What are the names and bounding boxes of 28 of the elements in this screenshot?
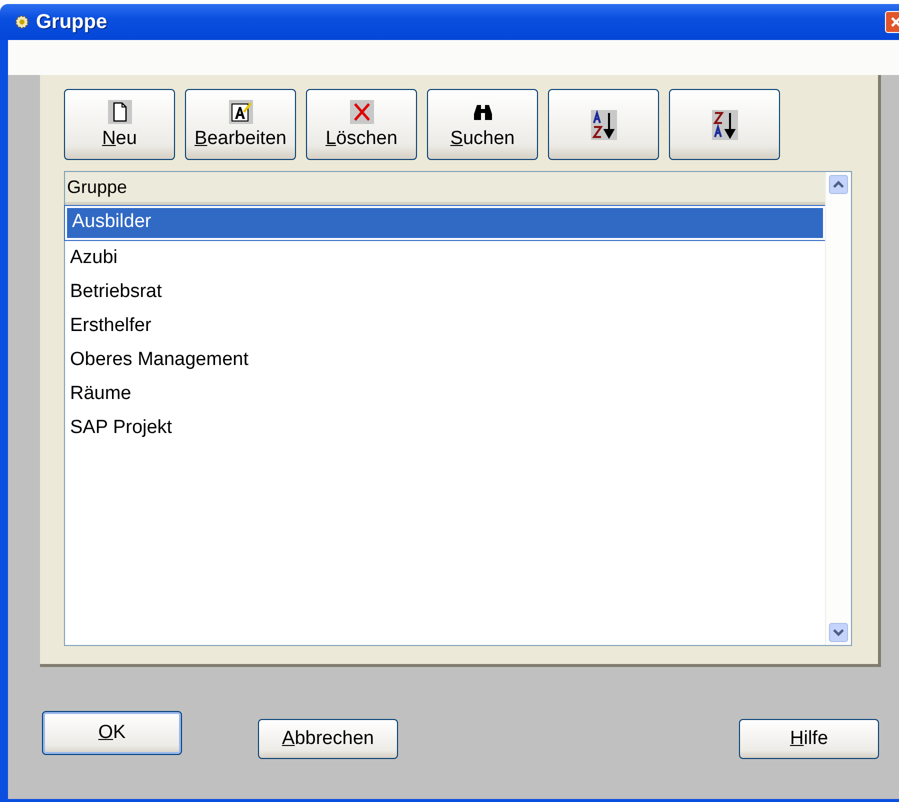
dialog-button[interactable]: Abbrechen: [258, 719, 398, 759]
list-row[interactable]: SAP Projekt: [65, 411, 825, 445]
dialog-button[interactable]: OK: [42, 711, 182, 755]
document-icon: [108, 100, 132, 124]
list-row[interactable]: Ausbilder: [65, 206, 825, 240]
dialog-button[interactable]: Hilfe: [739, 719, 879, 759]
toolbar-button[interactable]: Löschen: [306, 89, 417, 160]
list-row[interactable]: Ersthelfer: [65, 309, 825, 343]
gear-icon: [14, 14, 30, 30]
scrollbar[interactable]: [825, 172, 851, 645]
list-row[interactable]: Räume: [65, 377, 825, 411]
close-icon: [890, 16, 899, 28]
list-row[interactable]: Azubi: [65, 241, 825, 275]
scroll-down-icon[interactable]: [829, 623, 848, 642]
window-title: Gruppe: [36, 10, 108, 34]
list-row[interactable]: Oberes Management: [65, 343, 825, 377]
scroll-up-icon[interactable]: [829, 175, 848, 194]
sort-button[interactable]: [669, 89, 780, 160]
edit-icon: [228, 100, 252, 124]
toolbar-button[interactable]: Bearbeiten: [185, 89, 296, 160]
column-header[interactable]: Gruppe: [65, 172, 825, 205]
sort-descending-icon: [712, 110, 738, 140]
toolbar-button[interactable]: Neu: [64, 89, 175, 160]
list-row[interactable]: Betriebsrat: [65, 275, 825, 309]
sort-ascending-icon: [590, 110, 616, 140]
toolbar-button[interactable]: Suchen: [427, 89, 538, 160]
sort-button[interactable]: [548, 89, 659, 160]
delete-icon: [350, 100, 374, 124]
